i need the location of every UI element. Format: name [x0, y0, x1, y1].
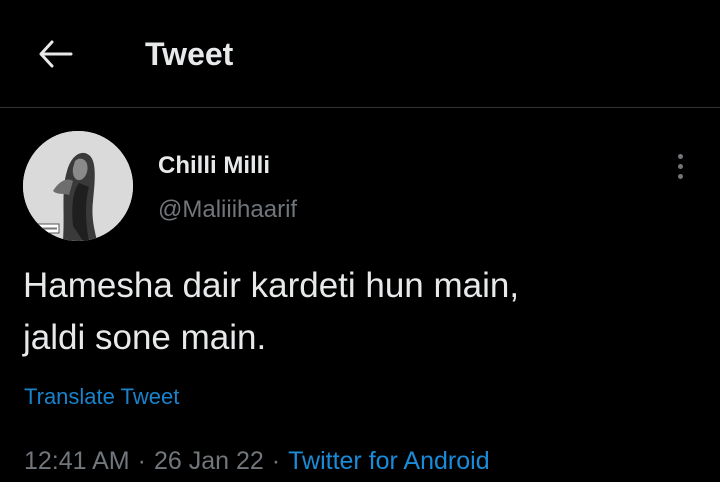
translate-tweet-link[interactable]: Translate Tweet: [24, 383, 179, 411]
top-bar: Tweet: [0, 0, 720, 108]
tweet-text-line: jaldi sone main.: [23, 318, 267, 357]
more-options-button[interactable]: [664, 146, 696, 186]
more-vertical-icon-dot: [677, 163, 683, 169]
more-vertical-icon: [677, 153, 683, 159]
arrow-left-icon: [38, 39, 74, 69]
separator: ·: [137, 447, 146, 475]
display-name[interactable]: Chilli Milli: [158, 150, 270, 182]
tweet-time[interactable]: 12:41 AM: [24, 447, 130, 475]
avatar[interactable]: [23, 131, 133, 241]
more-vertical-icon-dot: [677, 173, 683, 179]
back-button[interactable]: [30, 30, 82, 78]
tweet-source-link[interactable]: Twitter for Android: [288, 447, 489, 475]
user-handle[interactable]: @Maliiihaarif: [158, 194, 297, 226]
separator: ·: [271, 447, 281, 475]
tweet-text-line: Hamesha dair kardeti hun main,: [23, 266, 520, 305]
tweet-metadata: 12:41 AM · 26 Jan 22 · Twitter for Android: [24, 445, 490, 477]
page-title: Tweet: [145, 36, 234, 72]
tweet-date[interactable]: 26 Jan 22: [154, 447, 264, 475]
tweet-text: Hamesha dair kardeti hun main, jaldi son…: [23, 260, 693, 364]
